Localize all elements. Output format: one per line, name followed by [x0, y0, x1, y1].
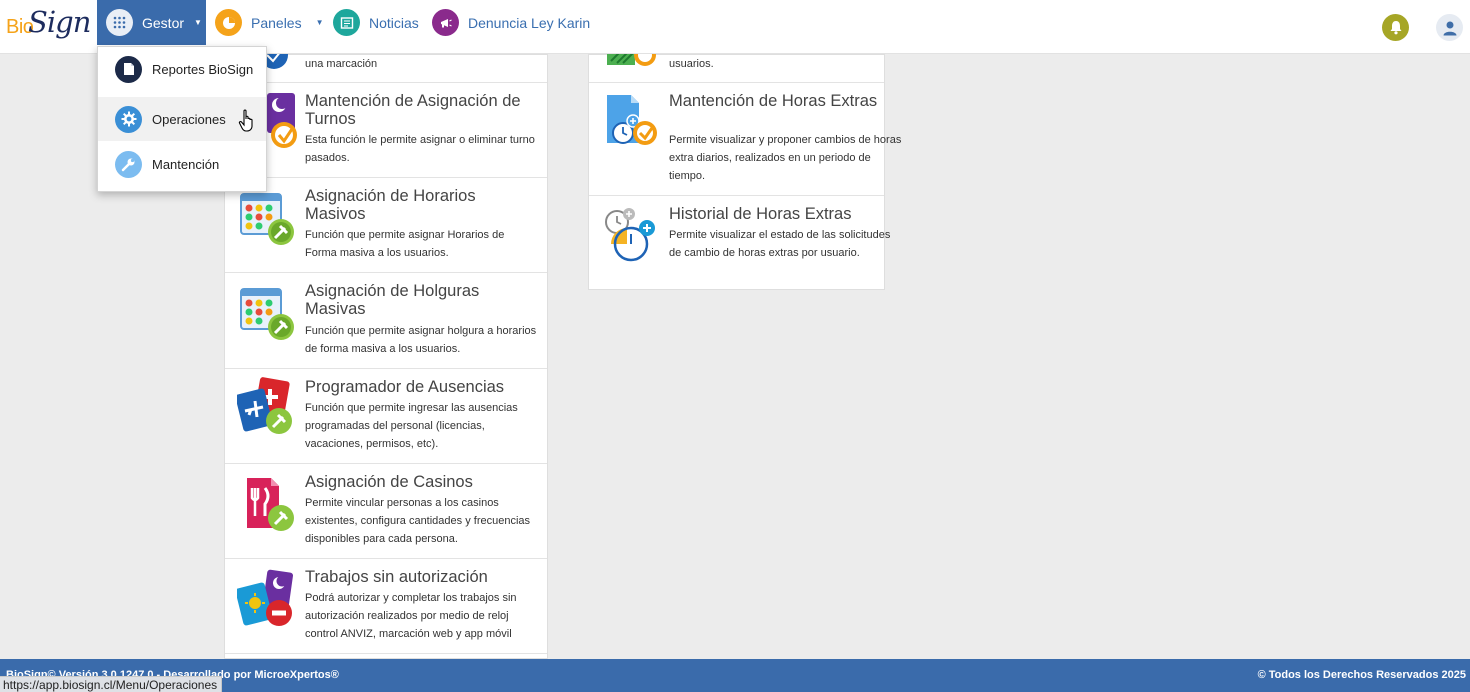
- card-title: Asignación de Holguras Masivas: [305, 282, 480, 318]
- card-title: Asignación de Horarios Masivos: [305, 187, 476, 223]
- nav-gestor-label: Gestor: [142, 14, 185, 31]
- menu-item-label: Reportes BioSign: [152, 61, 254, 77]
- menu-item-mantencion[interactable]: Mantención: [98, 142, 266, 186]
- unauthorized-work-icon: [235, 569, 295, 627]
- card-title: Mantención de Asignación de Turnos: [305, 92, 521, 128]
- document-icon: [115, 55, 142, 83]
- operations-card-column-left: una marcación Mantención de Asignación d…: [224, 51, 548, 659]
- card-trabajos-sin-autorizacion[interactable]: Trabajos sin autorización Podrá autoriza…: [225, 559, 547, 654]
- pie-chart-icon: [215, 9, 242, 36]
- card-desc: Permite visualizar el estado de las soli…: [669, 229, 891, 259]
- menu-item-label: Operaciones: [152, 111, 226, 127]
- wrench-icon: [115, 150, 142, 178]
- card-desc: usuarios.: [669, 58, 714, 70]
- card-desc: Función que permite asignar holgura a ho…: [305, 325, 537, 355]
- grid-icon: [106, 9, 133, 36]
- overtime-history-icon: [603, 204, 661, 262]
- card-desc: Esta función le permite asignar o elimin…: [305, 134, 535, 164]
- user-avatar-icon[interactable]: [1436, 14, 1463, 41]
- logo-suffix: Sign: [28, 5, 91, 39]
- hand-pointer-cursor-icon: [238, 109, 258, 133]
- menu-item-reportes-biosign[interactable]: Reportes BioSign: [98, 47, 266, 91]
- card-desc: una marcación: [305, 58, 378, 70]
- caret-down-icon: ▼: [194, 18, 202, 27]
- card-desc: Podrá autorizar y completar los trabajos…: [305, 592, 517, 640]
- status-bar-url: https://app.biosign.cl/Menu/Operaciones: [0, 676, 223, 692]
- absence-plane-icon: [235, 377, 295, 435]
- nav-paneles[interactable]: Paneles ▼: [215, 0, 324, 45]
- card-desc: Permite visualizar y proponer cambios de…: [669, 134, 902, 182]
- card-mantencion-asignacion-turnos[interactable]: Mantención de Asignación de Turnos Esta …: [225, 83, 547, 178]
- card-title: Historial de Horas Extras: [669, 205, 852, 223]
- overtime-maintenance-icon: [605, 93, 663, 151]
- card-title: Trabajos sin autorización: [305, 568, 488, 586]
- newspaper-icon: [333, 9, 360, 36]
- card-programador-ausencias[interactable]: Programador de Ausencias Función que per…: [225, 369, 547, 464]
- casino-utensils-icon: [239, 476, 297, 534]
- card-asignacion-casinos[interactable]: Asignación de Casinos Permite vincular p…: [225, 464, 547, 559]
- nav-gestor[interactable]: Gestor ▼: [97, 0, 206, 45]
- nav-noticias-label: Noticias: [369, 14, 419, 31]
- menu-item-label: Mantención: [152, 156, 220, 172]
- nav-paneles-label: Paneles: [251, 14, 302, 31]
- card-asignacion-horarios-masivos[interactable]: Asignación de Horarios Masivos Función q…: [225, 178, 547, 273]
- notifications-bell-icon[interactable]: [1382, 14, 1409, 41]
- card-asignacion-holguras-masivas[interactable]: Asignación de Holguras Masivas Función q…: [225, 273, 547, 369]
- card-title: Asignación de Casinos: [305, 473, 473, 491]
- gear-icon: [115, 105, 142, 133]
- card-partial-top-right[interactable]: usuarios.: [589, 51, 884, 83]
- operations-card-column-right: usuarios. Mantención de Horas Extras Per…: [588, 51, 901, 291]
- card-desc: Permite vincular personas a los casinos …: [305, 497, 531, 545]
- footer-copyright: © Todos los Derechos Reservados 2025: [1257, 669, 1466, 681]
- card-desc: Función que permite asignar Horarios de …: [305, 229, 505, 259]
- megaphone-icon: [432, 9, 459, 36]
- calendar-pin-icon: [239, 285, 297, 343]
- card-title: Programador de Ausencias: [305, 378, 505, 396]
- biosign-logo[interactable]: Bio Sign: [4, 4, 92, 44]
- card-title: Mantención de Horas Extras: [669, 92, 878, 110]
- caret-down-icon: ▼: [315, 18, 324, 27]
- nav-denuncia-ley-karin[interactable]: Denuncia Ley Karin: [432, 0, 590, 45]
- nav-noticias[interactable]: Noticias: [333, 0, 419, 45]
- card-partial-top-left[interactable]: una marcación: [225, 51, 547, 83]
- nav-denuncia-label: Denuncia Ley Karin: [468, 14, 591, 31]
- calendar-pin-icon: [239, 190, 297, 248]
- card-mantencion-horas-extras[interactable]: Mantención de Horas Extras Permite visua…: [589, 83, 901, 196]
- card-historial-horas-extras[interactable]: Historial de Horas Extras Permite visual…: [589, 196, 890, 291]
- card-desc: Función que permite ingresar las ausenci…: [305, 402, 518, 450]
